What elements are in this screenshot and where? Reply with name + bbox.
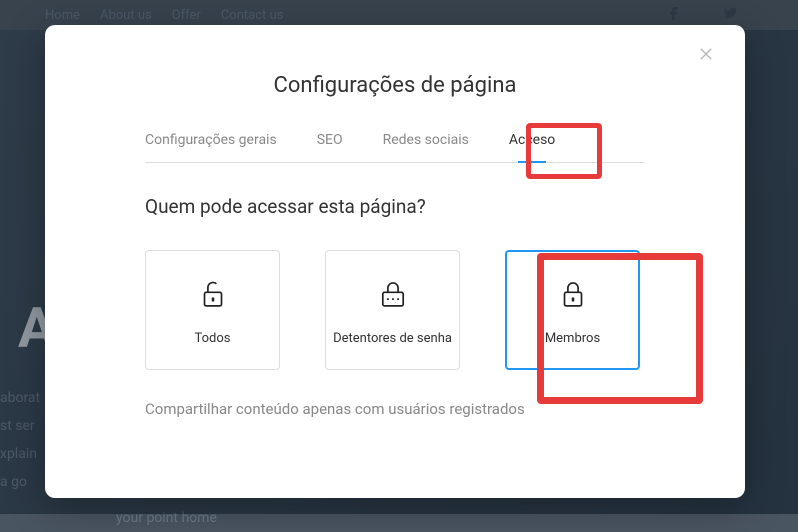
access-description: Compartilhar conteúdo apenas com usuário…	[145, 400, 645, 418]
option-all[interactable]: Todos	[145, 250, 280, 370]
unlock-icon	[194, 275, 232, 313]
option-members[interactable]: Membros	[505, 250, 640, 370]
tabs-container: Configurações gerais SEO Redes sociais A…	[145, 126, 645, 163]
access-options: Todos Detentores de senha	[145, 250, 645, 370]
tab-seo[interactable]: SEO	[317, 126, 343, 162]
close-button[interactable]	[697, 45, 717, 65]
tab-social[interactable]: Redes sociais	[383, 126, 469, 162]
option-all-label: Todos	[195, 331, 231, 346]
tab-access[interactable]: Acceso	[509, 126, 555, 162]
lock-password-icon	[374, 275, 412, 313]
access-question: Quem pode acessar esta página?	[145, 195, 645, 218]
tab-general[interactable]: Configurações gerais	[145, 126, 277, 162]
page-settings-modal: Configurações de página Configurações ge…	[45, 25, 745, 498]
option-members-label: Membros	[545, 331, 600, 346]
close-icon	[697, 45, 715, 63]
lock-icon	[554, 275, 592, 313]
modal-title: Configurações de página	[145, 73, 645, 98]
option-password[interactable]: Detentores de senha	[325, 250, 460, 370]
option-password-label: Detentores de senha	[333, 331, 452, 346]
